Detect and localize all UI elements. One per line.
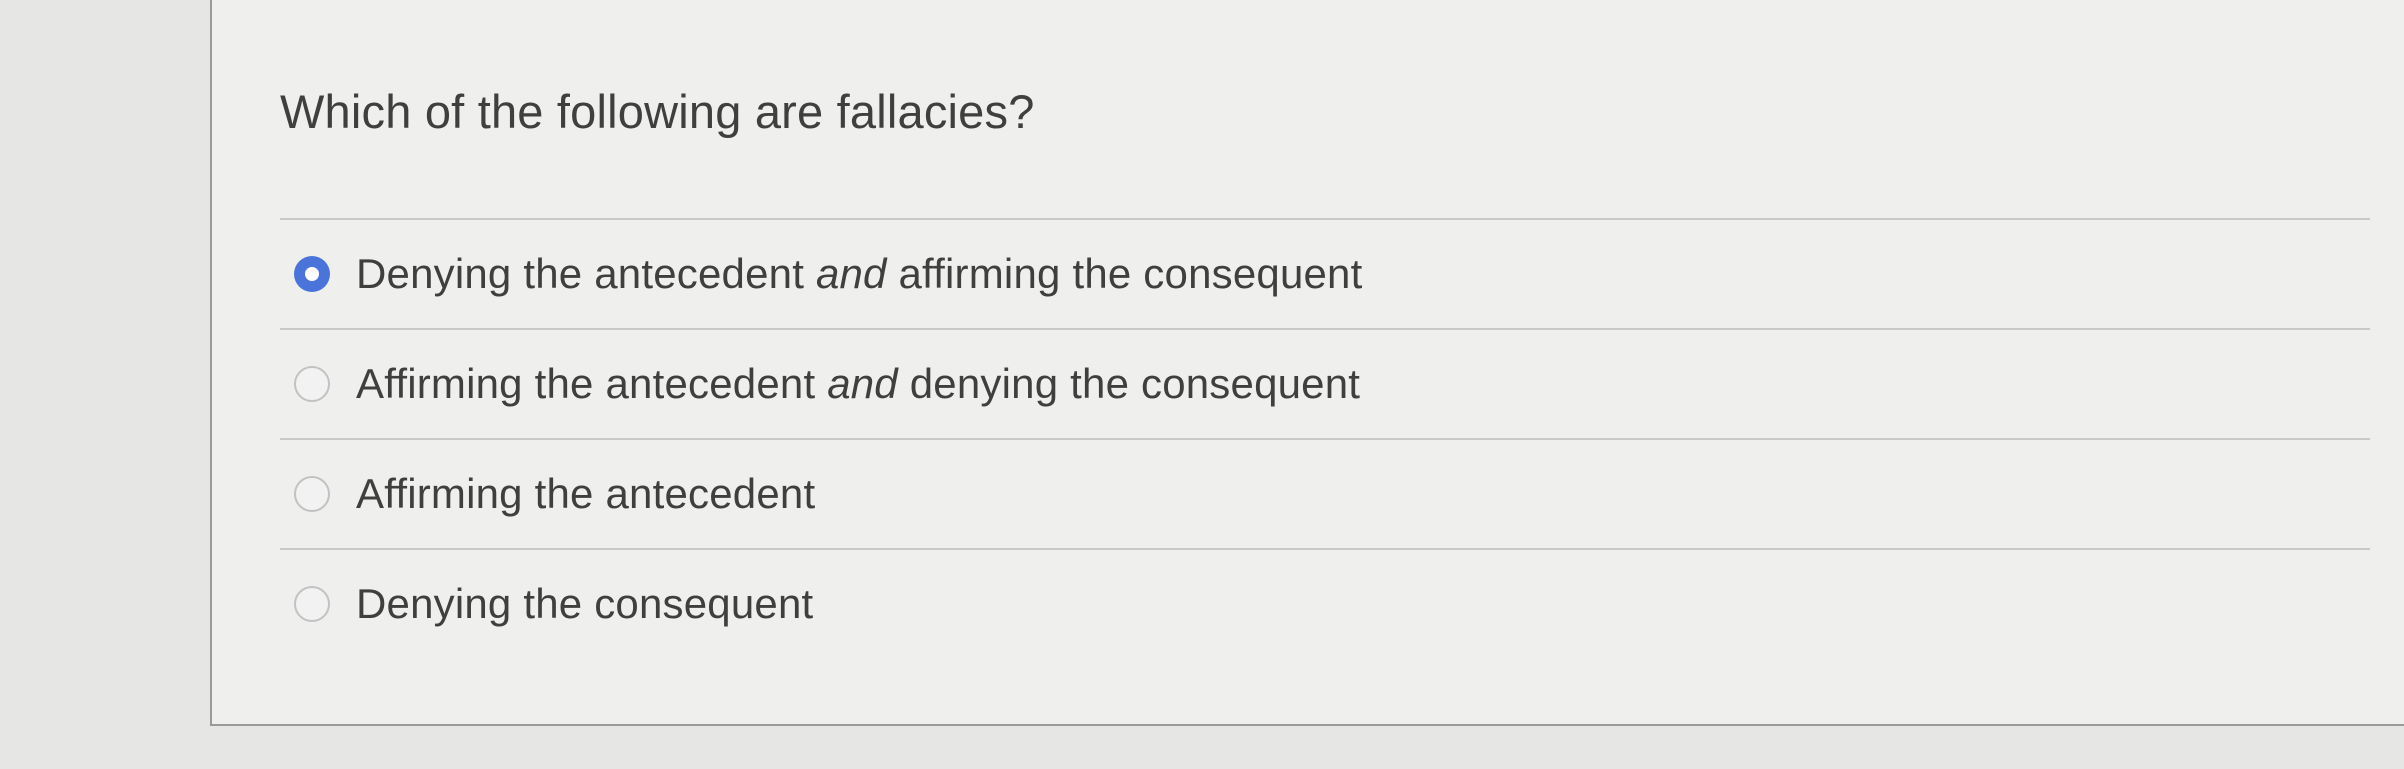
- radio-unselected-icon[interactable]: [294, 586, 330, 622]
- answer-option-label: Affirming the antecedent and denying the…: [356, 360, 1361, 407]
- answer-option-2[interactable]: Affirming the antecedent and denying the…: [280, 330, 2370, 438]
- answer-option-label: Affirming the antecedent: [356, 470, 816, 517]
- answer-option-4[interactable]: Denying the consequent: [280, 550, 2370, 658]
- radio-selected-icon[interactable]: [294, 256, 330, 292]
- answer-option-3[interactable]: Affirming the antecedent: [280, 440, 2370, 548]
- radio-unselected-icon[interactable]: [294, 366, 330, 402]
- answer-option-label: Denying the antecedent and affirming the…: [356, 250, 1363, 297]
- answer-options: Denying the antecedent and affirming the…: [280, 218, 2370, 658]
- answer-option-1[interactable]: Denying the antecedent and affirming the…: [280, 220, 2370, 328]
- question-card: Which of the following are fallacies? De…: [210, 0, 2404, 726]
- question-text: Which of the following are fallacies?: [280, 85, 1035, 138]
- answer-option-label: Denying the consequent: [356, 580, 814, 627]
- radio-unselected-icon[interactable]: [294, 476, 330, 512]
